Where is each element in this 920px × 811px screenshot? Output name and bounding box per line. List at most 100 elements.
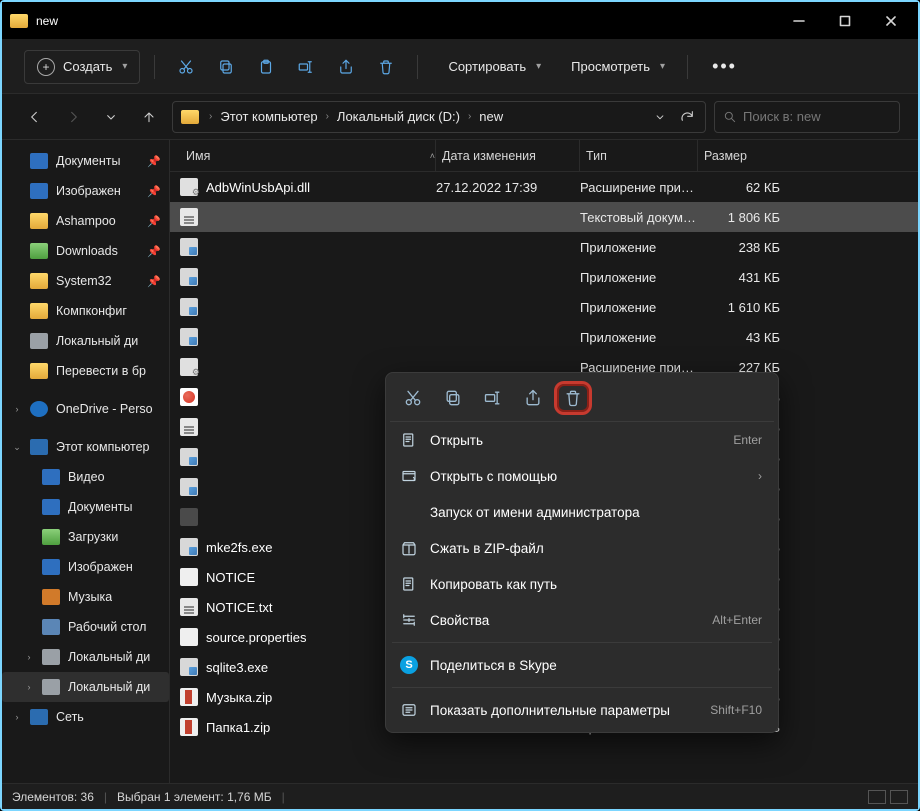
ctx-show-more[interactable]: Показать дополнительные параметры Shift+… <box>390 692 774 728</box>
open-with-icon <box>400 467 418 485</box>
sidebar-item[interactable]: Перевести в бр <box>2 356 169 386</box>
file-name: AdbWinUsbApi.dll <box>206 180 310 195</box>
sidebar-label: OneDrive - Perso <box>56 402 153 416</box>
file-row[interactable]: Текстовый докум…1 806 КБ <box>170 202 918 232</box>
sidebar-item[interactable]: Изображен 📌 <box>2 176 169 206</box>
breadcrumb-folder[interactable]: new <box>475 109 507 124</box>
ctx-share-skype[interactable]: S Поделиться в Skype <box>390 647 774 683</box>
ctx-properties[interactable]: Свойства Alt+Enter <box>390 602 774 638</box>
copy-button[interactable] <box>209 50 243 84</box>
col-size[interactable]: Размер <box>698 140 790 171</box>
ctx-compress-zip[interactable]: Сжать в ZIP-файл <box>390 530 774 566</box>
separator <box>687 55 688 79</box>
ctx-copy-path[interactable]: Копировать как путь <box>390 566 774 602</box>
maximize-button[interactable] <box>822 2 868 40</box>
ctx-copy-button[interactable] <box>434 381 472 415</box>
forward-button[interactable] <box>58 102 88 132</box>
sidebar-item[interactable]: › OneDrive - Perso <box>2 394 169 424</box>
sidebar-item[interactable]: Рабочий стол <box>2 612 169 642</box>
col-type[interactable]: Тип <box>580 140 698 171</box>
more-button[interactable]: ••• <box>702 56 747 77</box>
expand-icon: › <box>12 404 22 414</box>
close-button[interactable] <box>868 2 914 40</box>
file-size: 238 КБ <box>698 240 790 255</box>
breadcrumb-drive[interactable]: Локальный диск (D:) <box>333 109 464 124</box>
file-row[interactable]: Приложение1 610 КБ <box>170 292 918 322</box>
sidebar-item[interactable]: ›Локальный ди <box>2 672 169 702</box>
sidebar-item[interactable]: Документы📌 <box>2 146 169 176</box>
sidebar-item[interactable]: Компконфиг <box>2 296 169 326</box>
file-name: NOTICE.txt <box>206 600 272 615</box>
exe-file-icon <box>180 448 198 466</box>
sidebar-item[interactable]: Документы <box>2 492 169 522</box>
sidebar-item[interactable]: System32📌 <box>2 266 169 296</box>
paste-button[interactable] <box>249 50 283 84</box>
sidebar-item[interactable]: Локальный ди <box>2 326 169 356</box>
view-button[interactable]: Просмотреть ▾ <box>555 50 673 84</box>
sort-caret-icon: ˄ <box>430 151 435 161</box>
minimize-button[interactable] <box>776 2 822 40</box>
chevron-down-icon[interactable] <box>653 110 667 124</box>
ctx-open-with[interactable]: Открыть с помощью › <box>390 458 774 494</box>
search-input[interactable]: Поиск в: new <box>714 101 900 133</box>
sidebar-item[interactable]: Видео <box>2 462 169 492</box>
refresh-icon[interactable] <box>679 109 695 125</box>
breadcrumb-root[interactable]: Этот компьютер <box>216 109 321 124</box>
sidebar-item[interactable]: Загрузки <box>2 522 169 552</box>
pin-icon: 📌 <box>147 185 163 198</box>
create-button[interactable]: + Создать ▾ <box>24 50 140 84</box>
context-menu: Открыть Enter Открыть с помощью › Запуск… <box>385 372 779 733</box>
sidebar-item[interactable]: ⌄Этот компьютер <box>2 432 169 462</box>
folder-icon <box>30 213 48 229</box>
sidebar-item[interactable]: ›Локальный ди <box>2 642 169 672</box>
open-icon <box>400 431 418 449</box>
sort-button[interactable]: Сортировать ▾ <box>432 50 549 84</box>
address-bar[interactable]: › Этот компьютер › Локальный диск (D:) ›… <box>172 101 706 133</box>
ctx-delete-button[interactable] <box>554 381 592 415</box>
col-modified[interactable]: Дата изменения <box>436 140 580 171</box>
ctx-open[interactable]: Открыть Enter <box>390 422 774 458</box>
file-row[interactable]: AdbWinUsbApi.dll27.12.2022 17:39Расширен… <box>170 172 918 202</box>
file-row[interactable]: Приложение238 КБ <box>170 232 918 262</box>
sidebar-item[interactable]: Downloads📌 <box>2 236 169 266</box>
ctx-rename-button[interactable] <box>474 381 512 415</box>
expand-icon: ⌄ <box>12 442 22 453</box>
col-name[interactable]: Имя˄ <box>180 140 436 171</box>
ctx-run-as-admin[interactable]: Запуск от имени администратора <box>390 494 774 530</box>
copy-path-icon <box>400 575 418 593</box>
recent-button[interactable] <box>96 102 126 132</box>
docs-icon <box>42 499 60 515</box>
file-row[interactable]: Приложение431 КБ <box>170 262 918 292</box>
sidebar-label: Музыка <box>68 590 112 604</box>
disk-icon <box>30 333 48 349</box>
up-button[interactable] <box>134 102 164 132</box>
cfg-file-icon <box>180 508 198 526</box>
rename-button[interactable] <box>289 50 323 84</box>
back-button[interactable] <box>20 102 50 132</box>
ctx-cut-button[interactable] <box>394 381 432 415</box>
properties-icon <box>400 611 418 629</box>
zip-file-icon <box>180 718 198 736</box>
sidebar-item[interactable]: ›Сеть <box>2 702 169 732</box>
file-size: 1 806 КБ <box>698 210 790 225</box>
sidebar-item[interactable]: Ashampoo📌 <box>2 206 169 236</box>
share-button[interactable] <box>329 50 363 84</box>
chevron-right-icon: › <box>464 111 475 122</box>
exe-file-icon <box>180 328 198 346</box>
exe-file-icon <box>180 658 198 676</box>
nav-row: › Этот компьютер › Локальный диск (D:) ›… <box>2 94 918 140</box>
file-name: source.properties <box>206 630 306 645</box>
file-row[interactable]: Приложение43 КБ <box>170 322 918 352</box>
sidebar-item[interactable]: Изображен <box>2 552 169 582</box>
view-toggle[interactable] <box>868 790 908 804</box>
sidebar-label: Локальный ди <box>68 650 150 664</box>
cut-button[interactable] <box>169 50 203 84</box>
file-file-icon <box>180 568 198 586</box>
ctx-share-button[interactable] <box>514 381 552 415</box>
sidebar-label: Локальный ди <box>68 680 150 694</box>
delete-button[interactable] <box>369 50 403 84</box>
folderg-icon <box>42 529 60 545</box>
sidebar-label: Изображен <box>56 184 121 198</box>
pin-icon: 📌 <box>147 215 163 228</box>
sidebar-item[interactable]: Музыка <box>2 582 169 612</box>
